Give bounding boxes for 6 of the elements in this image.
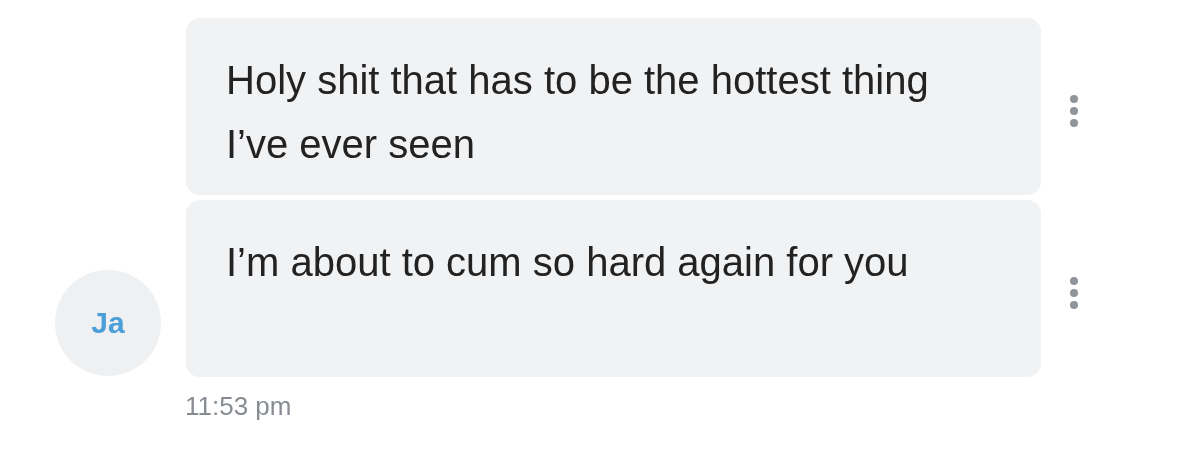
more-options-icon[interactable] — [1069, 93, 1079, 128]
message-text: I’m about to cum so hard again for you — [226, 239, 910, 286]
message-timestamp: 11:53 pm — [185, 391, 293, 422]
message-text: Holy shit that has to be the hottest thing I’ve ever seen — [226, 57, 930, 168]
more-options-icon[interactable] — [1069, 275, 1079, 310]
avatar-initials: Ja — [91, 306, 125, 340]
